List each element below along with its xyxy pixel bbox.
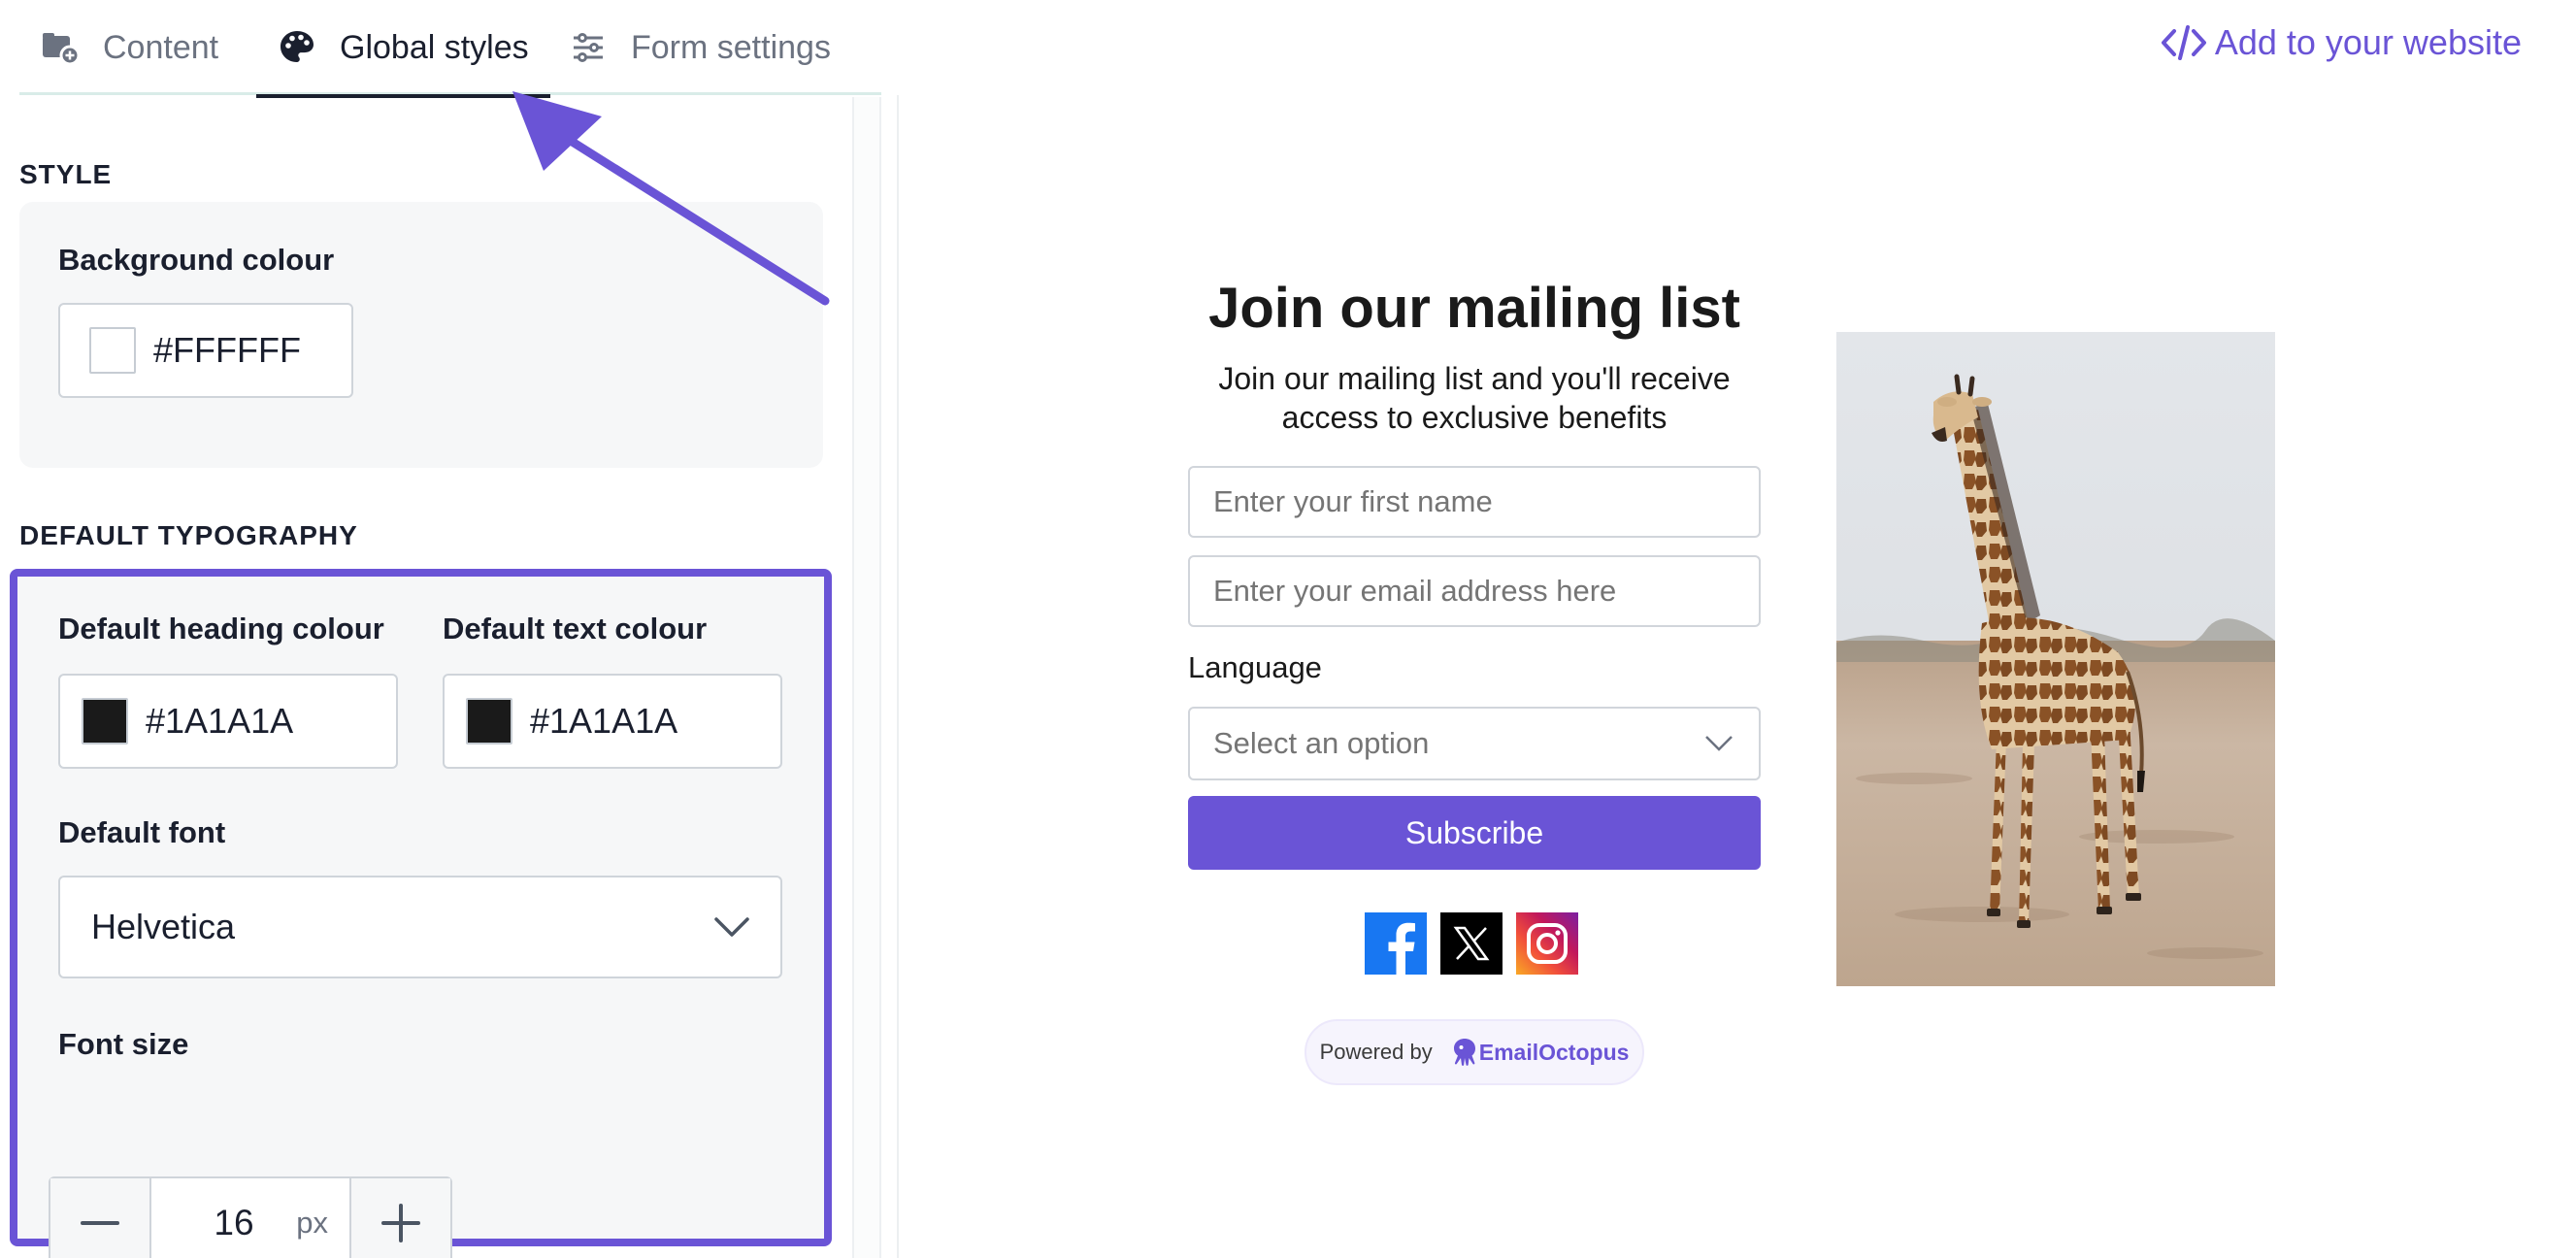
heading-colour-swatch[interactable]: [82, 698, 128, 745]
text-colour-value: #1A1A1A: [530, 701, 678, 741]
form-heading: Join our mailing list: [1208, 277, 1740, 340]
decrease-font-size-button[interactable]: [50, 1178, 151, 1258]
text-colour-field[interactable]: #1A1A1A: [443, 674, 782, 769]
font-size-input[interactable]: 16 px: [151, 1178, 349, 1258]
language-select-value: Select an option: [1213, 726, 1430, 760]
typography-card: Default heading colour #1A1A1A Default t…: [10, 569, 832, 1246]
preview-divider: [897, 95, 899, 1258]
social-links: [1365, 912, 1578, 975]
palette-icon: [278, 28, 316, 67]
subscribe-button[interactable]: Subscribe: [1188, 796, 1761, 870]
typography-section-title: DEFAULT TYPOGRAPHY: [19, 520, 358, 550]
form-subtitle: Join our mailing list and you'll receive…: [1218, 361, 1731, 435]
heading-colour-value: #1A1A1A: [146, 701, 294, 741]
add-to-website-label: Add to your website: [2214, 22, 2522, 62]
language-label: Language: [1188, 650, 1322, 684]
sliders-icon: [569, 28, 608, 67]
chevron-down-icon: [1705, 736, 1733, 751]
powered-by-badge[interactable]: Powered by EmailOctopus: [1305, 1019, 1644, 1085]
powered-by-label: Powered by: [1319, 1040, 1433, 1064]
add-to-website-link[interactable]: Add to your website: [2161, 19, 2522, 66]
facebook-icon[interactable]: [1365, 912, 1427, 975]
increase-font-size-button[interactable]: [349, 1178, 450, 1258]
background-colour-label: Background colour: [58, 243, 335, 277]
annotation-arrow-icon: [512, 91, 830, 306]
heading-colour-field[interactable]: #1A1A1A: [58, 674, 398, 769]
tab-global-styles[interactable]: Global styles: [256, 0, 550, 98]
x-twitter-icon[interactable]: [1440, 912, 1503, 975]
instagram-icon[interactable]: [1516, 912, 1578, 975]
language-select[interactable]: Select an option: [1188, 707, 1761, 780]
default-font-label: Default font: [58, 815, 226, 849]
giraffe-image: [1836, 332, 2275, 986]
background-colour-field[interactable]: #FFFFFF: [58, 303, 353, 398]
text-colour-swatch[interactable]: [466, 698, 512, 745]
tab-content[interactable]: Content: [41, 0, 218, 95]
tab-form-settings-label: Form settings: [631, 28, 831, 66]
plus-icon: [381, 1204, 420, 1242]
background-colour-value: #FFFFFF: [153, 330, 301, 370]
minus-icon: [81, 1221, 119, 1225]
tab-global-styles-label: Global styles: [340, 28, 529, 66]
folder-plus-icon: [41, 28, 80, 67]
font-size-label: Font size: [58, 1027, 189, 1061]
default-font-select[interactable]: Helvetica: [58, 876, 782, 978]
email-input[interactable]: [1188, 555, 1761, 627]
font-size-stepper: 16 px: [49, 1176, 452, 1258]
chevron-down-icon: [714, 917, 749, 937]
text-colour-label: Default text colour: [443, 612, 708, 646]
style-section-title: STYLE: [19, 159, 113, 189]
code-icon: [2161, 25, 2206, 60]
font-size-unit: px: [296, 1206, 328, 1240]
first-name-input[interactable]: [1188, 466, 1761, 538]
emailoctopus-logo: EmailOctopus: [1450, 1037, 1630, 1068]
background-colour-swatch[interactable]: [89, 327, 136, 374]
default-font-value: Helvetica: [91, 907, 236, 946]
panel-scrollbar[interactable]: [852, 97, 881, 1258]
font-size-value: 16: [214, 1203, 254, 1242]
heading-colour-label: Default heading colour: [58, 612, 384, 646]
brand-name: EmailOctopus: [1478, 1039, 1630, 1065]
octopus-icon: [1453, 1039, 1475, 1066]
tab-content-label: Content: [103, 28, 219, 66]
